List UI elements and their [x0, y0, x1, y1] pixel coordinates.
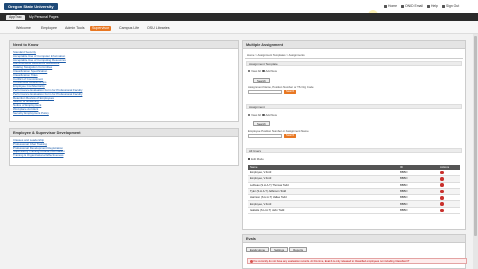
need-to-know-link[interactable]: Security Employment Policy	[13, 111, 235, 116]
tab-personal-pages[interactable]: My Personal Pages	[26, 15, 61, 20]
delete-icon[interactable]	[440, 177, 444, 181]
assignment-search-input[interactable]	[248, 134, 282, 138]
delete-icon[interactable]	[440, 170, 444, 175]
nav-welcome[interactable]: Welcome	[14, 26, 33, 31]
development-panel: Employee & Supervisor Development Classe…	[9, 128, 239, 166]
template-search-label: Assignment Name, Position Number or TS O…	[248, 85, 314, 89]
template-search-button[interactable]: Search	[253, 78, 270, 83]
signout-icon	[441, 4, 445, 8]
nav-osu-libraries[interactable]: OSU Libraries	[145, 26, 172, 31]
users-table-header: All Users	[246, 148, 462, 153]
delete-icon[interactable]	[440, 183, 444, 188]
mail-icon	[401, 4, 405, 8]
template-search-input[interactable]	[248, 90, 282, 94]
warning-icon	[249, 260, 253, 263]
nav-employee[interactable]: Employee	[39, 26, 59, 31]
delete-icon[interactable]	[440, 208, 444, 213]
panel-title: Evals	[243, 235, 465, 243]
edit-mode-toggle[interactable]: Edit Mode	[248, 157, 264, 161]
tab-settings[interactable]: Settings	[270, 247, 289, 252]
multiple-assignment-panel: Multiple Assignment Home > Assignment Te…	[242, 40, 466, 230]
email-link[interactable]: ONID Email	[401, 4, 423, 8]
delete-icon[interactable]	[440, 196, 444, 200]
users-table: Name ID Actions Employee, V.Ford BBBO Empl…	[248, 165, 460, 215]
panel-title: Employee & Supervisor Development	[10, 129, 238, 137]
nav-admin-tools[interactable]: Admin Tools	[63, 26, 87, 31]
table-row[interactable]: Isabelle (S.H.A.T) Jahn Todd BBBO	[248, 207, 460, 215]
user-name-cell: Isabelle (S.H.A.T) Jahn Todd	[248, 207, 398, 215]
nav-supervisor[interactable]: Supervisor	[90, 26, 112, 31]
panel-title: Multiple Assignment	[243, 41, 465, 49]
delete-icon[interactable]	[440, 189, 444, 194]
assignment-search-label: Employee Position Number or Assignment N…	[248, 129, 309, 133]
development-links: Classes and Leadership Professional Chat …	[10, 137, 238, 160]
help-icon	[426, 4, 430, 8]
nav-campus-life[interactable]: Campus Life	[117, 26, 141, 31]
template-radio-group: View All Add New	[248, 69, 277, 73]
evals-tabs: Evals Home Settings Reports	[246, 247, 307, 252]
home-link[interactable]: Home	[384, 4, 397, 8]
need-to-know-links: Standard Security Acceptable Use of Compu…	[10, 49, 238, 118]
home-icon	[384, 4, 387, 8]
evals-warning-message: You currently do not have any evaluation…	[247, 258, 467, 264]
help-link[interactable]: Help	[426, 4, 438, 8]
panel-title: Need to Know	[10, 41, 238, 49]
divider	[245, 58, 463, 59]
top-bar: Oregon State University Home ONID Email …	[0, 0, 478, 13]
template-go-button[interactable]: Search	[284, 90, 297, 94]
assignment-radio-group: View All Add New	[248, 113, 277, 117]
breadcrumb: Home > Assignment Templates > Assignment…	[247, 53, 305, 57]
table-body: Employee, V.Ford BBBO Employee, V.Ford BBBO…	[248, 169, 460, 215]
top-links: Home ONID Email Help Sign Out	[384, 4, 459, 8]
tab-evals-home[interactable]: Evals Home	[246, 247, 270, 252]
assignment-template-header: Assignment Template	[246, 61, 462, 66]
need-to-know-panel: Need to Know Standard Security Acceptable…	[9, 40, 239, 122]
assignment-header: Assignment	[246, 104, 462, 109]
main-tab-bar: AppTrac My Personal Pages	[0, 13, 478, 21]
assignment-go-button[interactable]: Search	[284, 134, 297, 138]
sub-navigation: Welcome Employee Admin Tools Supervisor …	[0, 21, 478, 34]
actions-cell	[438, 207, 460, 215]
signout-link[interactable]: Sign Out	[441, 4, 459, 8]
development-link[interactable]: Training & Organizational Effectiveness	[13, 153, 235, 158]
page-scrollbar-thumb[interactable]	[474, 36, 477, 236]
user-id-cell: BBBO	[398, 207, 438, 215]
university-logo[interactable]: Oregon State University	[4, 3, 58, 10]
tab-reports[interactable]: Reports	[289, 247, 307, 252]
delete-icon[interactable]	[440, 202, 444, 206]
assignment-search-button[interactable]: Search	[253, 121, 270, 126]
tab-apptrac[interactable]: AppTrac	[6, 15, 25, 20]
